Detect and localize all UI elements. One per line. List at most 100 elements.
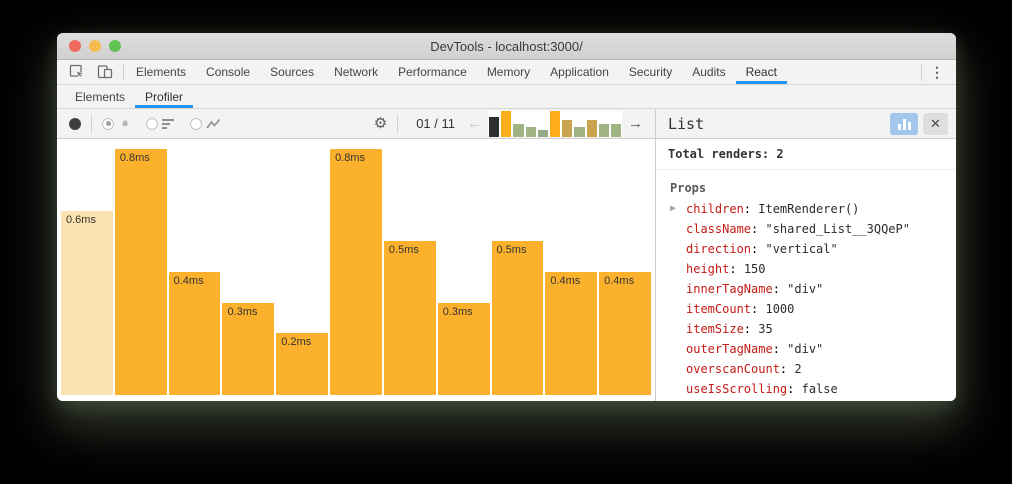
tab-memory[interactable]: Memory xyxy=(477,60,540,84)
profiler-toolbar: ⚙ 01 / 11 ← → xyxy=(57,109,655,139)
ranked-chart-icon xyxy=(162,118,176,130)
commit-bar-label: 0.8ms xyxy=(115,149,167,164)
next-commit-icon[interactable]: → xyxy=(624,116,647,131)
record-button[interactable] xyxy=(69,118,81,130)
prop-value: 2 xyxy=(794,362,801,376)
details-header: List ✕ xyxy=(656,109,956,139)
minimap-commit-bar[interactable] xyxy=(526,127,536,137)
commit-bar[interactable]: 0.8ms xyxy=(330,149,382,395)
prop-row-overscanCount: overscanCount: 2 xyxy=(656,359,956,379)
commit-bar-chart: 0.6ms0.8ms0.4ms0.3ms0.2ms0.8ms0.5ms0.3ms… xyxy=(57,139,655,401)
commit-minimap[interactable] xyxy=(488,111,622,137)
close-details-button[interactable]: ✕ xyxy=(923,113,948,135)
ranked-radio[interactable] xyxy=(146,118,158,130)
commit-bar[interactable]: 0.5ms xyxy=(492,241,544,395)
prop-value: false xyxy=(802,382,838,396)
subtab-elements[interactable]: Elements xyxy=(65,85,135,108)
minimap-commit-bar[interactable] xyxy=(489,117,499,137)
commit-bar[interactable]: 0.4ms xyxy=(169,272,221,395)
device-toolbar-icon[interactable] xyxy=(95,62,115,82)
tab-security[interactable]: Security xyxy=(619,60,682,84)
prop-key: overscanCount xyxy=(686,362,780,376)
tab-audits[interactable]: Audits xyxy=(682,60,735,84)
minimap-commit-bar[interactable] xyxy=(538,130,548,137)
kebab-menu-icon[interactable]: ⋮ xyxy=(924,64,950,81)
flamegraph-radio[interactable] xyxy=(102,118,114,130)
commit-bar[interactable]: 0.2ms xyxy=(276,333,328,395)
inspect-element-icon[interactable] xyxy=(67,62,87,82)
view-mode-interactions[interactable] xyxy=(190,118,221,130)
prop-row-innerTagName: innerTagName: "div" xyxy=(656,279,956,299)
tab-sources[interactable]: Sources xyxy=(260,60,324,84)
minimap-commit-bar[interactable] xyxy=(574,127,584,137)
minimap-commit-bar[interactable] xyxy=(562,120,572,136)
total-renders: Total renders: 2 xyxy=(656,139,956,170)
commit-bar-label: 0.8ms xyxy=(330,149,382,164)
bar-chart-icon xyxy=(898,124,901,130)
prop-key: direction xyxy=(686,242,751,256)
divider xyxy=(921,64,922,81)
commit-index-label: 01 / 11 xyxy=(416,116,455,131)
commit-bar[interactable]: 0.3ms xyxy=(222,303,274,395)
commit-bar-label: 0.2ms xyxy=(276,333,328,348)
commit-bar-label: 0.3ms xyxy=(222,303,274,318)
prop-row-className: className: "shared_List__3QQeP" xyxy=(656,219,956,239)
commit-bar-label: 0.5ms xyxy=(384,241,436,256)
commit-bar-label: 0.4ms xyxy=(599,272,651,287)
tab-react[interactable]: React xyxy=(736,60,787,84)
component-name: List xyxy=(668,115,704,133)
tab-elements[interactable]: Elements xyxy=(126,60,196,84)
prop-row-children: ▶children: ItemRenderer() xyxy=(656,199,956,219)
divider xyxy=(91,115,92,133)
minimap-commit-bar[interactable] xyxy=(587,120,597,136)
tab-application[interactable]: Application xyxy=(540,60,619,84)
devtools-window: DevTools - localhost:3000/ xyxy=(57,33,956,401)
prop-value: 35 xyxy=(758,322,772,336)
prop-key: itemCount xyxy=(686,302,751,316)
minimap-commit-bar[interactable] xyxy=(611,124,621,137)
flame-icon xyxy=(118,117,132,131)
prop-value: "shared_List__3QQeP" xyxy=(765,222,910,236)
interactions-icon xyxy=(206,118,221,130)
divider xyxy=(123,64,124,80)
prop-key: itemSize xyxy=(686,322,744,336)
minimap-commit-bar[interactable] xyxy=(550,111,560,137)
prop-key: useIsScrolling xyxy=(686,382,787,396)
commit-bar[interactable]: 0.3ms xyxy=(438,303,490,395)
minimap-commit-bar[interactable] xyxy=(599,124,609,137)
commit-bar[interactable]: 0.6ms xyxy=(61,211,113,395)
prop-value: ItemRenderer() xyxy=(758,202,859,216)
commit-bar[interactable]: 0.4ms xyxy=(545,272,597,395)
prop-key: height xyxy=(686,262,729,276)
commit-bar[interactable]: 0.8ms xyxy=(115,149,167,395)
prop-row-outerTagName: outerTagName: "div" xyxy=(656,339,956,359)
total-renders-value: 2 xyxy=(776,147,783,161)
prop-key: className xyxy=(686,222,751,236)
commit-bar-label: 0.5ms xyxy=(492,241,544,256)
prop-value: "div" xyxy=(787,342,823,356)
prop-row-itemCount: itemCount: 1000 xyxy=(656,299,956,319)
minimap-commit-bar[interactable] xyxy=(513,124,523,137)
commit-bar[interactable]: 0.5ms xyxy=(384,241,436,395)
view-mode-flamegraph[interactable] xyxy=(102,117,132,131)
component-chart-button[interactable] xyxy=(890,113,918,135)
tab-console[interactable]: Console xyxy=(196,60,260,84)
view-mode-ranked[interactable] xyxy=(146,118,176,130)
divider xyxy=(397,115,398,133)
expander-icon[interactable]: ▶ xyxy=(670,199,676,219)
minimap-commit-bar[interactable] xyxy=(501,111,511,137)
main-tabs: ElementsConsoleSourcesNetworkPerformance… xyxy=(126,60,787,84)
tab-performance[interactable]: Performance xyxy=(388,60,477,84)
prop-row-height: height: 150 xyxy=(656,259,956,279)
commit-bar-label: 0.4ms xyxy=(545,272,597,287)
bar-chart-icon xyxy=(903,119,906,130)
commit-bar[interactable]: 0.4ms xyxy=(599,272,651,395)
gear-icon[interactable]: ⚙ xyxy=(374,116,387,131)
tab-network[interactable]: Network xyxy=(324,60,388,84)
prev-commit-icon[interactable]: ← xyxy=(463,116,486,131)
interactions-radio[interactable] xyxy=(190,118,202,130)
commit-bar-label: 0.6ms xyxy=(61,211,113,226)
subtab-profiler[interactable]: Profiler xyxy=(135,85,193,108)
prop-value: 1000 xyxy=(765,302,794,316)
prop-value: 150 xyxy=(744,262,766,276)
